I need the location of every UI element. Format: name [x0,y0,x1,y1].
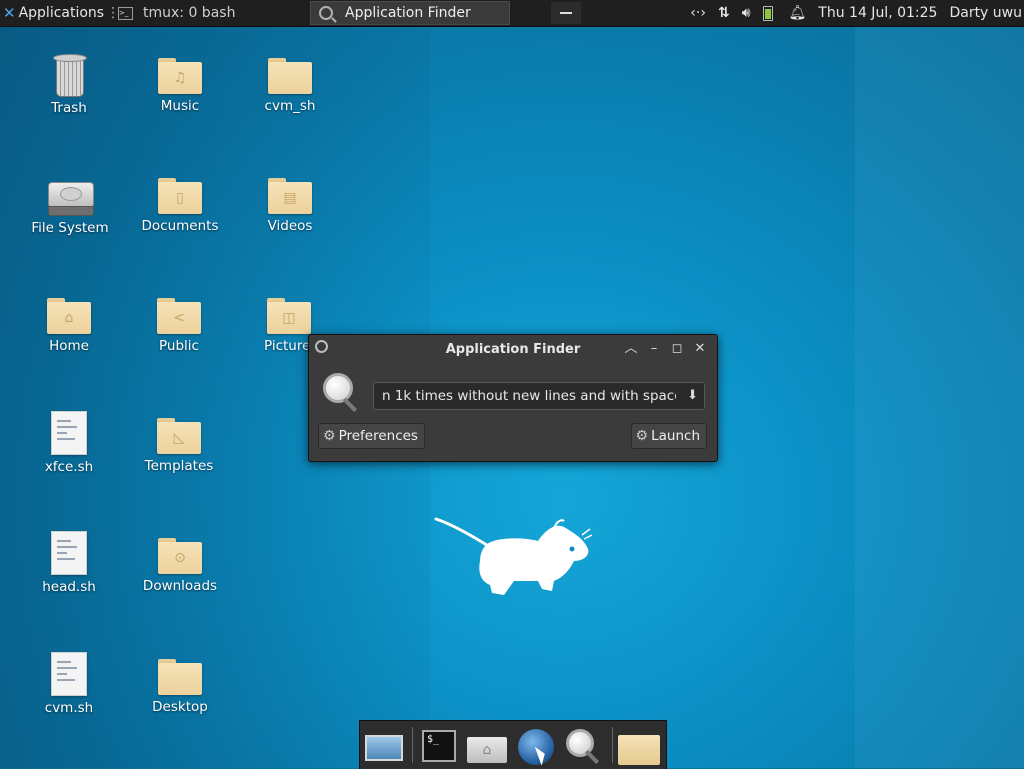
folder-launcher[interactable] [618,727,660,765]
desktop-icon-music[interactable]: ♫ Music [130,58,230,114]
home-folder-icon: ⌂ [47,298,91,334]
applications-label: Applications [18,5,105,21]
desktop-icon-cvm-sh[interactable]: cvm_sh [240,58,340,114]
magnifier-handle [584,749,600,765]
show-desktop-icon [365,735,403,761]
folder-icon [618,735,660,765]
music-folder-icon: ♫ [158,58,202,94]
window-title: Application Finder [445,341,581,357]
text-file-icon [51,652,87,696]
application-finder-window: Application Finder ︿ – ◻ ✕ ⬇ ⚙ Preferenc… [308,334,718,462]
text-file-icon [51,531,87,575]
desktop-icon-label: Documents [141,218,219,234]
templates-folder-icon: ◺ [157,418,201,454]
web-browser-launcher[interactable] [516,727,556,766]
notification-bell-icon[interactable]: 🔔︎ [789,5,807,21]
clock[interactable]: Thu 14 Jul, 01:25 [818,5,937,21]
search-icon [315,340,328,353]
videos-folder-icon: ▤ [268,178,312,214]
show-desktop-launcher[interactable] [365,727,405,765]
desktop-icon-downloads[interactable]: ⊙ Downloads [130,538,230,594]
desktop-icon-file-system[interactable]: File System [20,178,120,236]
terminal-icon: >_ [118,6,133,20]
search-icon [319,6,333,20]
desktop-icon-label: Home [49,338,89,354]
preferences-button[interactable]: ⚙ Preferences [318,423,425,449]
launch-label: Launch [651,428,700,444]
dock-separator [412,727,413,763]
minimize-icon[interactable]: – [645,340,663,358]
bottom-dock: $_ ⌂ [359,720,667,769]
terminal-icon: $_ [422,730,456,762]
desktop-icon-label: Templates [144,458,214,474]
taskbar-item-label: Application Finder [345,5,471,21]
folder-icon [158,659,202,695]
downloads-folder-icon: ⊙ [158,538,202,574]
text-file-icon [51,411,87,455]
preferences-label: Preferences [338,428,418,444]
close-icon[interactable]: ✕ [691,340,709,358]
magnifier-icon [323,373,359,413]
applications-menu[interactable]: ✕ Applications ⋮ [0,0,124,26]
battery-icon[interactable] [762,5,773,21]
system-tray: ‹·› ⇅ 🔊︎ 🔔︎ Thu 14 Jul, 01:25 Darty uwu [690,0,1024,26]
desktop-icon-templates[interactable]: ◺ Templates [129,418,229,474]
desktop-icon-label: Videos [267,218,313,234]
desktop-icon-label: Picture [264,338,311,354]
dock-separator [612,727,613,763]
desktop-icon-label: Music [160,98,200,114]
desktop-icon-label: head.sh [42,579,96,595]
desktop-icon-desktop[interactable]: Desktop [130,659,230,715]
terminal-launcher[interactable]: $_ [420,727,460,765]
gears-icon: ⚙ [635,428,649,444]
gear-icon: ⚙ [323,428,336,444]
show-desktop-button[interactable] [551,2,581,24]
shade-icon[interactable]: ︿ [622,340,640,358]
desktop-icon-label: Public [159,338,199,354]
app-finder-launcher[interactable] [564,727,604,765]
file-manager-launcher[interactable]: ⌂ [467,727,507,765]
window-titlebar[interactable]: Application Finder ︿ – ◻ ✕ [309,335,717,363]
folder-icon [268,58,312,94]
xfce-logo-icon: ✕ [3,4,16,22]
taskbar-item-app-finder[interactable]: Application Finder [310,1,510,25]
window-controls: ︿ – ◻ ✕ [617,340,709,358]
maximize-icon[interactable]: ◻ [668,340,686,358]
desktop-icon-label: Desktop [152,699,208,715]
desktop-icon-trash[interactable]: Trash [19,54,119,116]
desktop-icon-label: Trash [51,100,87,116]
documents-folder-icon: ▯ [158,178,202,214]
desktop-icon-xfce-sh[interactable]: xfce.sh [19,411,119,475]
desktop-icon-label: cvm_sh [264,98,316,114]
desktop-icon-videos[interactable]: ▤ Videos [240,178,340,234]
desktop-icon-label: xfce.sh [44,459,94,475]
desktop-icon-label: cvm.sh [44,700,94,716]
desktop-icon-label: Downloads [142,578,218,594]
desktop-icon-home[interactable]: ⌂ Home [19,298,119,354]
desktop-icon-public[interactable]: < Public [129,298,229,354]
desktop-icon-documents[interactable]: ▯ Documents [130,178,230,234]
desktop-icon-head-sh[interactable]: head.sh [19,531,119,595]
trash-icon [53,54,87,97]
taskbar-item-tmux[interactable]: >_ tmux: 0 bash [110,1,308,25]
expand-arrow-icon[interactable]: ⬇ [687,388,698,403]
command-entry[interactable]: ⬇ [373,382,705,410]
transfer-arrows-icon[interactable]: ⇅ [718,5,730,21]
wallpaper-band-right [855,0,1024,768]
taskbar-item-label: tmux: 0 bash [143,5,236,21]
top-panel: ✕ Applications ⋮ >_ tmux: 0 bash Applica… [0,0,1024,27]
user-name[interactable]: Darty uwu [949,5,1022,21]
public-folder-icon: < [157,298,201,334]
hard-drive-icon [48,182,94,216]
search-input[interactable] [374,383,680,409]
desktop-icon-pictures[interactable]: ◫ Picture [240,298,311,354]
desktop-icon-cvm-sh-file[interactable]: cvm.sh [19,652,119,716]
launch-button[interactable]: ⚙ Launch [630,423,707,449]
home-glyph-icon: ⌂ [482,742,492,758]
pictures-folder-icon: ◫ [267,298,311,334]
network-icon[interactable]: ‹·› [690,5,706,21]
xfce-mouse-logo [434,517,593,595]
desktop-icon-label: File System [31,220,109,236]
volume-icon[interactable]: 🔊︎ [742,5,751,21]
